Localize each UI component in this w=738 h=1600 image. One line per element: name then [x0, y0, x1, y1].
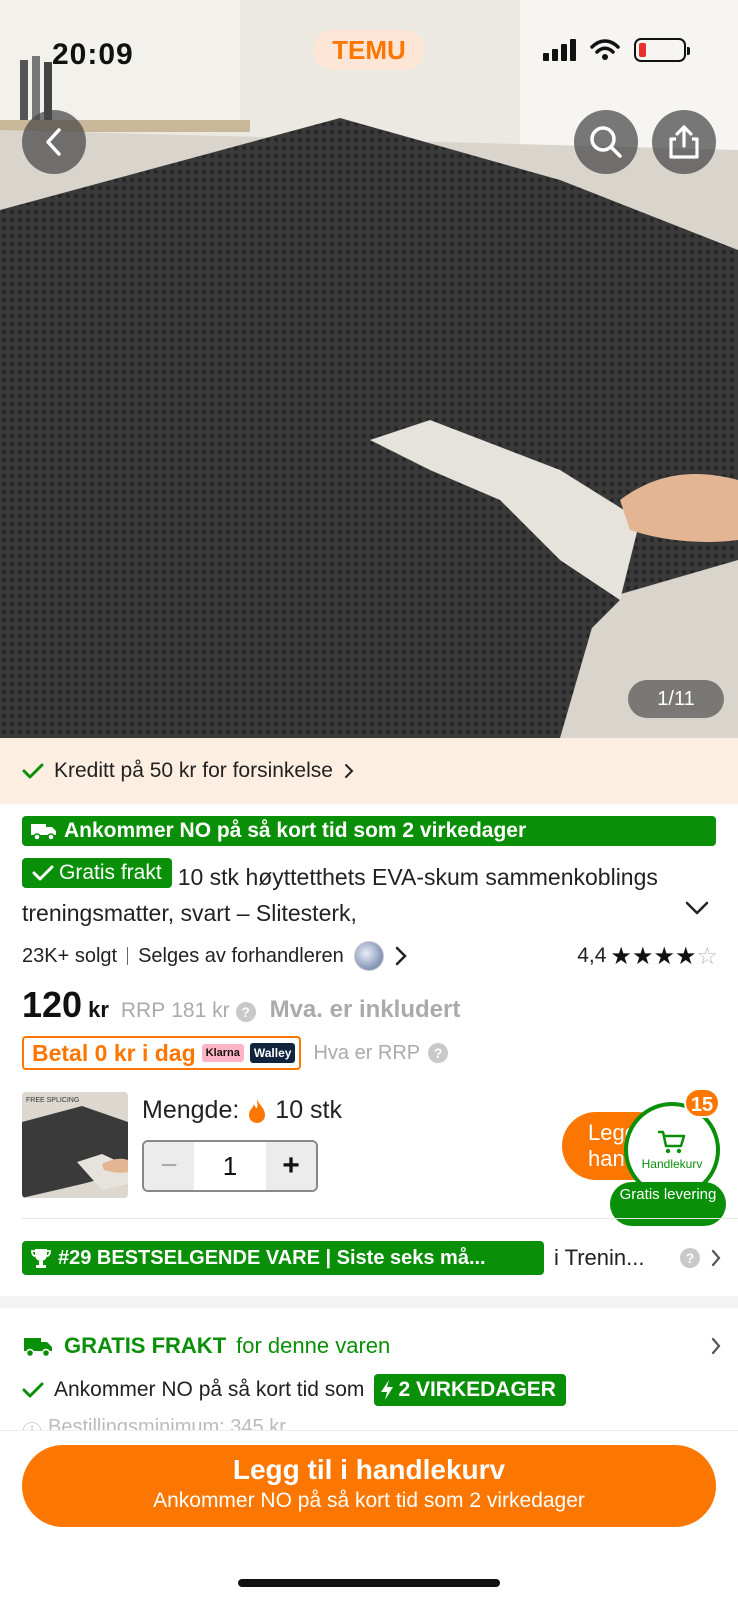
quantity-label-row: Mengde: 10 stk	[142, 1096, 342, 1125]
product-thumbnail[interactable]: FREE SPLICING	[22, 1092, 128, 1198]
help-icon[interactable]: ?	[235, 1002, 256, 1022]
back-button[interactable]	[22, 110, 86, 174]
quantity-stepper: − 1 +	[142, 1140, 318, 1192]
cart-icon	[657, 1130, 686, 1154]
truck-icon	[31, 824, 56, 841]
bestseller-text: #29 BESTSELGENDE VARE | Siste seks må...	[58, 1246, 486, 1269]
rrp-value: 181 kr	[171, 999, 230, 1022]
status-icons	[543, 38, 690, 62]
quantity-label: Mengde:	[142, 1096, 240, 1124]
free-shipping-subtitle: for denne varen	[236, 1333, 391, 1358]
bottom-bar: Legg til i handlekurv Ankommer NO på så …	[0, 1430, 738, 1600]
check-icon	[22, 763, 44, 779]
image-page-counter: 1/11	[628, 680, 724, 718]
chevron-right-icon[interactable]	[394, 945, 408, 967]
temu-logo-badge: TEMU	[313, 30, 425, 70]
divider	[22, 1218, 738, 1219]
chevron-down-icon[interactable]	[684, 900, 710, 916]
chevron-right-icon	[344, 764, 354, 778]
arrival-text: Ankommer NO på så kort tid som 2 virkeda…	[64, 819, 527, 842]
increase-button[interactable]: +	[266, 1142, 316, 1190]
fire-icon	[249, 1098, 266, 1123]
product-title-block[interactable]: Gratis frakt 10 stk høyttetthets EVA-sku…	[22, 858, 712, 931]
arrival-row: Ankommer NO på så kort tid som 2 VIRKEDA…	[22, 1372, 566, 1408]
truck-icon	[24, 1338, 52, 1358]
check-icon	[22, 1382, 44, 1398]
seller-avatar[interactable]	[353, 941, 384, 971]
credit-banner[interactable]: Kreditt på 50 kr for forsinkelse	[0, 738, 738, 804]
cart-count-badge: 15	[684, 1088, 720, 1118]
search-icon	[590, 126, 622, 158]
product-photo	[0, 0, 738, 738]
bestseller-badge: #29 BESTSELGENDE VARE | Siste seks må...	[22, 1241, 544, 1275]
search-button[interactable]	[574, 110, 638, 174]
thumbnail-image: FREE SPLICING	[22, 1092, 128, 1198]
divider	[127, 947, 129, 965]
add-to-cart-label: Legg til i handlekurv	[232, 1454, 506, 1485]
rrp-label: RRP	[120, 999, 166, 1022]
bestseller-actions: ?	[680, 1248, 722, 1268]
chevron-left-icon	[46, 128, 61, 156]
sold-seller-row: 23K+ solgt Selges av forhandleren 4,4 ★★…	[22, 938, 718, 974]
share-icon	[669, 125, 699, 159]
signal-icon	[543, 39, 576, 61]
delivery-days-badge: 2 VIRKEDAGER	[374, 1374, 566, 1406]
credit-text: Kreditt på 50 kr for forsinkelse	[54, 759, 333, 782]
pack-size: 10 stk	[275, 1096, 342, 1124]
add-to-cart-button[interactable]: Legg til i handlekurv Ankommer NO på så …	[22, 1445, 716, 1527]
status-time: 20:09	[52, 38, 134, 71]
help-icon[interactable]: ?	[428, 1043, 449, 1063]
pay-today-text: Betal 0 kr i dag	[32, 1039, 196, 1066]
walley-logo: Walley	[249, 1043, 296, 1063]
free-shipping-title: GRATIS FRAKT	[64, 1333, 227, 1358]
info-icon: ⓘ	[22, 1416, 42, 1430]
section-divider	[0, 1296, 738, 1308]
free-shipping-tag: Gratis frakt	[22, 858, 172, 888]
sold-count: 23K+ solgt	[22, 944, 118, 967]
vat-note: Mva. er inkludert	[269, 996, 461, 1023]
free-delivery-badge: Gratis levering	[610, 1182, 726, 1226]
trophy-icon	[31, 1249, 51, 1268]
price: 120	[22, 984, 83, 1025]
what-is-rrp-link[interactable]: Hva er RRP	[313, 1042, 420, 1065]
shipping-row[interactable]: GRATIS FRAKT for denne varen	[22, 1326, 722, 1366]
share-button[interactable]	[652, 110, 716, 174]
thumbnail-label: FREE SPLICING	[26, 1097, 79, 1104]
rating[interactable]: 4,4 ★★★★☆	[577, 942, 718, 971]
battery-icon	[634, 38, 690, 62]
star-rating-icon: ★★★★☆	[610, 942, 718, 970]
help-icon[interactable]: ?	[680, 1248, 700, 1268]
price-currency: kr	[88, 997, 109, 1022]
bestseller-category: i Trenin...	[554, 1245, 645, 1270]
seller-link[interactable]: Selges av forhandleren	[138, 945, 344, 968]
pay-later-badge[interactable]: Betal 0 kr i dag Klarna Walley	[22, 1036, 302, 1070]
arrival-banner: Ankommer NO på så kort tid som 2 virkeda…	[22, 816, 716, 846]
cart-label: Handlekurv	[641, 1157, 703, 1171]
order-minimum-text: Bestillingsminimum: 345 kr	[48, 1416, 286, 1430]
quantity-section: FREE SPLICING Mengde: 10 stk − 1 + Legg …	[22, 1088, 726, 1226]
delivery-days-text: 2 VIRKEDAGER	[398, 1378, 556, 1401]
quantity-value[interactable]: 1	[194, 1142, 266, 1190]
chevron-right-icon	[711, 1249, 721, 1267]
rating-value: 4,4	[577, 944, 607, 967]
arrival-text: Ankommer NO på så kort tid som	[54, 1378, 365, 1401]
pay-later-row: Betal 0 kr i dag Klarna Walley Hva er RR…	[22, 1036, 449, 1070]
add-to-cart-sublabel: Ankommer NO på så kort tid som 2 virkeda…	[153, 1489, 585, 1512]
order-minimum[interactable]: ⓘ Bestillingsminimum: 345 kr	[22, 1416, 286, 1430]
free-shipping-label: Gratis frakt	[59, 861, 162, 884]
chevron-right-icon	[711, 1337, 721, 1355]
home-indicator	[238, 1579, 500, 1587]
klarna-logo: Klarna	[201, 1044, 244, 1062]
price-row: 120 kr RRP 181 kr ? Mva. er inkludert	[22, 984, 460, 1032]
lightning-icon	[381, 1380, 394, 1400]
check-icon	[32, 865, 54, 881]
decrease-button[interactable]: −	[144, 1142, 194, 1190]
bestseller-row[interactable]: #29 BESTSELGENDE VARE | Siste seks må...…	[22, 1240, 722, 1276]
wifi-icon	[590, 39, 620, 60]
product-image-carousel[interactable]: 20:09 TEMU 1/11	[0, 0, 738, 738]
